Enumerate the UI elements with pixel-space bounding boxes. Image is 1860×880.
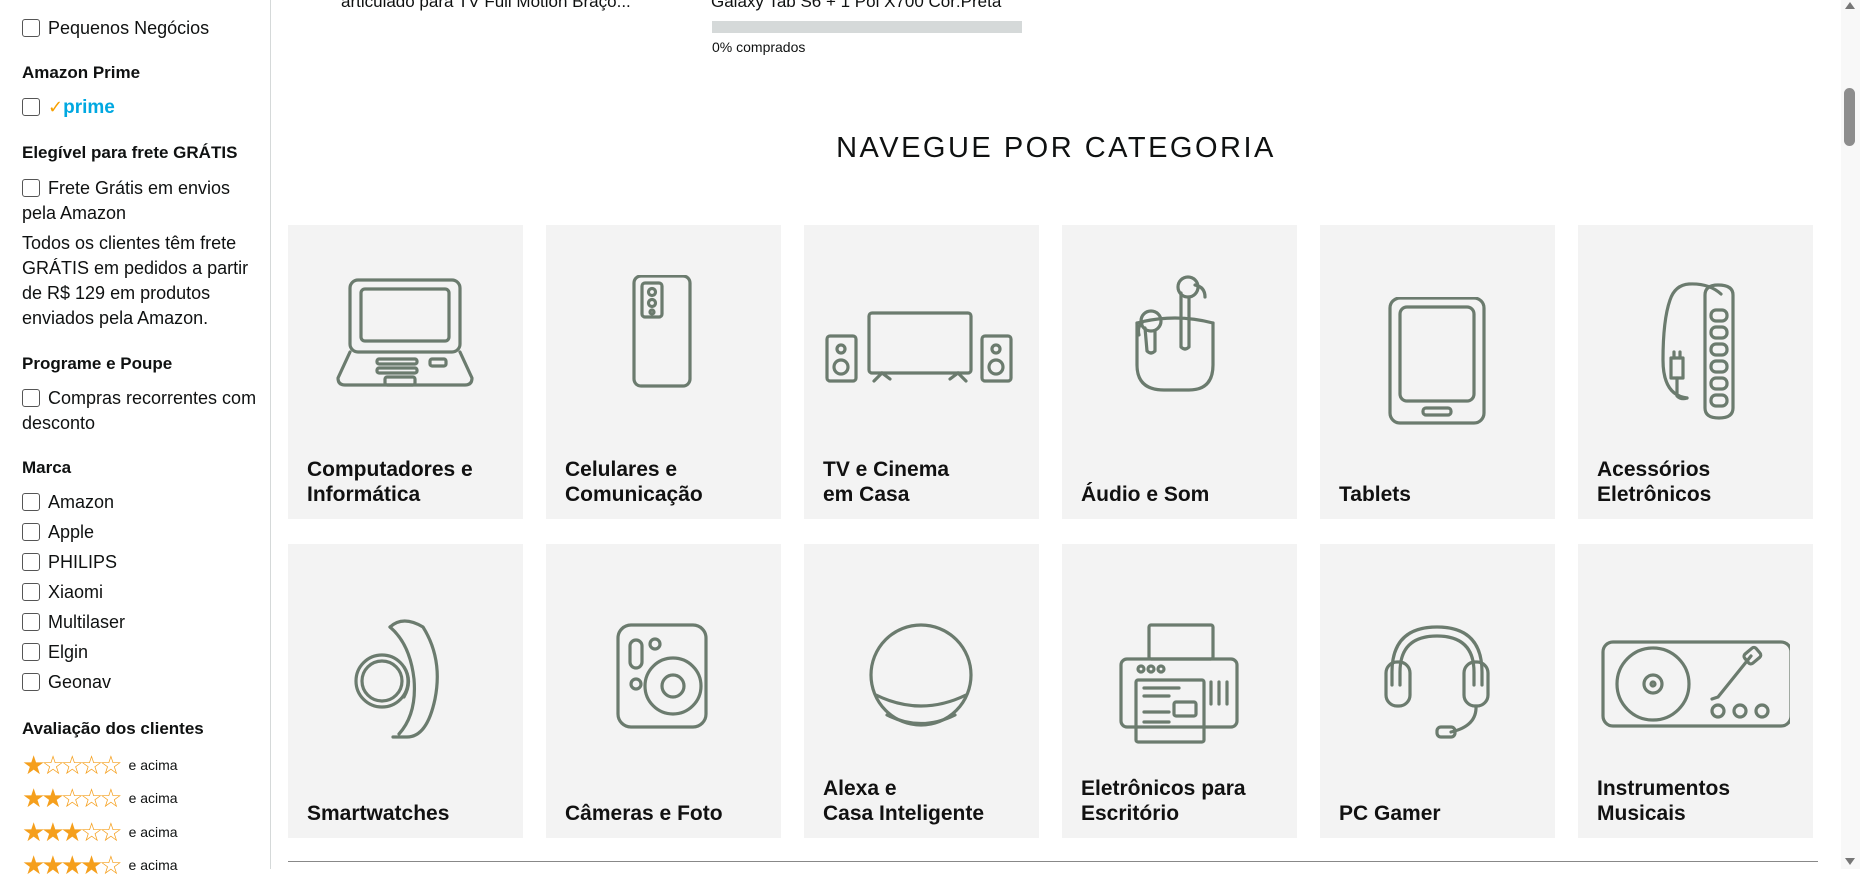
filter-brand[interactable]: Multilaser <box>22 610 125 635</box>
category-tile-tablets[interactable]: Tablets <box>1320 225 1555 519</box>
rating-filter-2[interactable]: ★★☆☆☆ e acima <box>22 784 178 812</box>
rating-filter-3[interactable]: ★★★☆☆ e acima <box>22 818 178 846</box>
category-label: Câmeras e Foto <box>565 802 723 825</box>
category-label: Alexa e Casa Inteligente <box>823 777 985 825</box>
free-shipping-heading: Elegível para frete GRÁTIS <box>22 143 238 162</box>
printer-icon <box>1119 623 1239 744</box>
smart-speaker-icon <box>869 623 973 727</box>
free-shipping-note: Todos os clientes têm frete GRÁTIS em pe… <box>22 233 249 328</box>
star-rating-icon: ★★★☆☆ <box>22 817 123 847</box>
checkbox[interactable] <box>22 493 40 511</box>
checkbox[interactable] <box>22 389 40 407</box>
scroll-up-arrow-icon[interactable] <box>1845 2 1855 9</box>
prime-logo: prime <box>63 97 115 118</box>
category-label: PC Gamer <box>1339 802 1441 825</box>
checkbox[interactable] <box>22 98 40 116</box>
filter-brand[interactable]: Amazon <box>22 490 114 515</box>
section-divider <box>288 861 1818 862</box>
rating-heading: Avaliação dos clientes <box>22 719 204 738</box>
category-tile-office[interactable]: Eletrônicos para Escritório <box>1062 544 1297 838</box>
smartphone-icon <box>632 275 692 388</box>
category-tile-smartwatches[interactable]: Smartwatches <box>288 544 523 838</box>
category-tile-alexa[interactable]: Alexa e Casa Inteligente <box>804 544 1039 838</box>
category-tile-pc-gamer[interactable]: PC Gamer <box>1320 544 1555 838</box>
category-label: Instrumentos Musicais <box>1597 777 1731 825</box>
star-rating-icon: ★☆☆☆☆ <box>22 750 123 780</box>
filter-free-shipping[interactable]: Frete Grátis em envios pela Amazon <box>22 176 252 226</box>
checkbox[interactable] <box>22 643 40 661</box>
category-label: TV e Cinema em Casa <box>823 458 950 506</box>
category-tile-cameras[interactable]: Câmeras e Foto <box>546 544 781 838</box>
checkbox[interactable] <box>22 179 40 197</box>
main-content: articulado para TV Full Motion Braço... … <box>271 0 1841 869</box>
earbuds-icon <box>1135 275 1215 392</box>
deal-item-title[interactable]: articulado para TV Full Motion Braço... <box>341 0 631 12</box>
headset-icon <box>1384 625 1490 739</box>
turntable-icon <box>1601 640 1790 728</box>
claimed-progress-bar <box>712 21 1022 33</box>
page-scrollbar[interactable] <box>1841 0 1860 869</box>
laptop-icon <box>336 278 474 387</box>
rating-filter-1[interactable]: ★☆☆☆☆ e acima <box>22 751 178 779</box>
checkbox[interactable] <box>22 19 40 37</box>
filter-brand[interactable]: PHILIPS <box>22 550 117 575</box>
category-tile-computers[interactable]: Computadores e Informática <box>288 225 523 519</box>
filter-prime[interactable]: ✓prime <box>22 97 115 119</box>
tablet-icon <box>1388 297 1486 425</box>
category-section-title: NAVEGUE POR CATEGORIA <box>836 132 1276 164</box>
power-strip-icon <box>1661 282 1735 420</box>
star-rating-icon: ★★★★☆ <box>22 850 123 880</box>
filter-brand[interactable]: Geonav <box>22 670 111 695</box>
category-tile-phones[interactable]: Celulares e Comunicação <box>546 225 781 519</box>
smartwatch-icon <box>354 619 439 739</box>
category-label: Eletrônicos para Escritório <box>1081 777 1246 825</box>
category-tile-tv[interactable]: TV e Cinema em Casa <box>804 225 1039 519</box>
checkbox[interactable] <box>22 613 40 631</box>
scroll-down-arrow-icon[interactable] <box>1845 858 1855 865</box>
subscribe-heading: Programe e Poupe <box>22 354 173 373</box>
filter-brand[interactable]: Apple <box>22 520 94 545</box>
scrollbar-thumb[interactable] <box>1844 88 1855 146</box>
star-rating-icon: ★★☆☆☆ <box>22 783 123 813</box>
category-label: Celulares e Comunicação <box>565 458 703 506</box>
category-label: Computadores e Informática <box>307 458 473 506</box>
category-label: Smartwatches <box>307 802 450 825</box>
filter-brand[interactable]: Xiaomi <box>22 580 103 605</box>
category-tile-accessories[interactable]: Acessórios Eletrônicos <box>1578 225 1813 519</box>
deal-item-title[interactable]: Galaxy Tab S6 + 1 Pol X700 Cor:Preta <box>711 0 1001 12</box>
tv-icon <box>825 311 1013 383</box>
checkbox[interactable] <box>22 583 40 601</box>
checkbox[interactable] <box>22 553 40 571</box>
filter-small-business[interactable]: Pequenos Negócios <box>22 16 209 41</box>
amazon-prime-heading: Amazon Prime <box>22 63 141 82</box>
instant-camera-icon <box>616 623 708 729</box>
rating-filter-4[interactable]: ★★★★☆ e acima <box>22 851 178 879</box>
brand-heading: Marca <box>22 458 72 477</box>
filter-brand[interactable]: Elgin <box>22 640 88 665</box>
claimed-progress-label: 0% comprados <box>712 39 806 55</box>
check-icon: ✓ <box>48 97 64 117</box>
checkbox[interactable] <box>22 523 40 541</box>
filter-subscribe-save[interactable]: Compras recorrentes com desconto <box>22 386 257 436</box>
category-tile-audio[interactable]: Áudio e Som <box>1062 225 1297 519</box>
category-tile-instruments[interactable]: Instrumentos Musicais <box>1578 544 1813 838</box>
filter-sidebar: Pequenos Negócios Amazon Prime ✓prime El… <box>0 0 271 879</box>
checkbox[interactable] <box>22 673 40 691</box>
category-label: Tablets <box>1339 483 1411 506</box>
category-label: Acessórios Eletrônicos <box>1597 458 1712 506</box>
category-label: Áudio e Som <box>1081 483 1210 506</box>
